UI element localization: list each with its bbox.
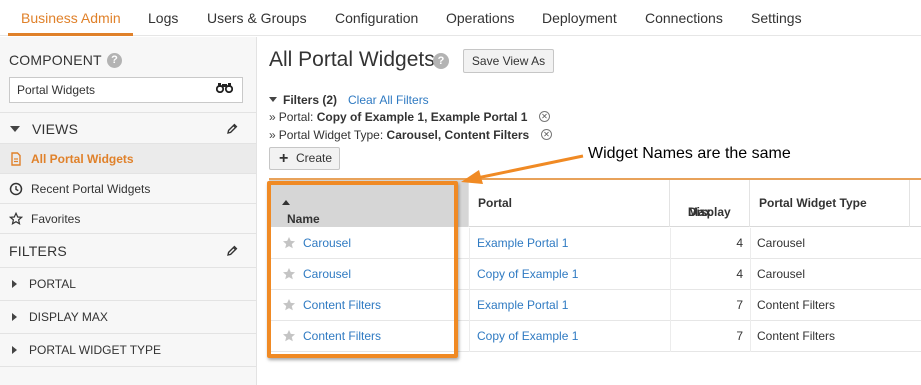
column-divider	[469, 259, 470, 290]
remove-filter-icon[interactable]: ✕	[541, 129, 552, 140]
filter-group-label: PORTAL	[29, 277, 76, 291]
filter-group-portal-widget-type[interactable]: PORTAL WIDGET TYPE	[0, 334, 256, 367]
filter-values: Copy of Example 1, Example Portal 1	[316, 110, 528, 124]
page-title: All Portal Widgets	[269, 48, 435, 71]
star-outline-icon	[9, 212, 23, 226]
edit-pencil-icon[interactable]	[226, 123, 238, 135]
column-divider	[469, 290, 470, 321]
column-header-display-max[interactable]: Display Max	[670, 180, 750, 227]
display-max-value: 7	[736, 329, 743, 343]
portal-link[interactable]: Copy of Example 1	[477, 321, 578, 352]
column-divider	[750, 259, 751, 290]
component-select[interactable]: Portal Widgets	[9, 77, 243, 103]
filter-name: Portal:	[278, 110, 314, 124]
clock-icon	[9, 182, 23, 196]
document-icon	[11, 152, 21, 166]
tab-business-admin[interactable]: Business Admin	[21, 0, 121, 36]
column-label: Max	[688, 205, 712, 219]
annotation-arrow	[461, 154, 584, 184]
expand-icon	[12, 313, 17, 321]
filter-group-display-max[interactable]: DISPLAY MAX	[0, 301, 256, 334]
tab-connections[interactable]: Connections	[645, 0, 723, 36]
portal-link[interactable]: Copy of Example 1	[477, 259, 578, 290]
expand-icon	[12, 280, 17, 288]
widget-type-value: Carousel	[757, 267, 806, 281]
active-tab-indicator	[8, 33, 133, 36]
column-header-portal[interactable]: Portal	[469, 180, 670, 227]
portal-link[interactable]: Example Portal 1	[477, 290, 568, 321]
widget-type-value: Content Filters	[757, 298, 836, 312]
active-filter-portal-widget-type[interactable]: » Portal Widget Type: Carousel, Content F…	[269, 128, 529, 142]
binoculars-icon[interactable]	[216, 82, 233, 93]
save-view-as-button[interactable]: Save View As	[463, 49, 554, 73]
column-divider	[469, 321, 470, 352]
double-chevron-icon: »	[269, 110, 276, 124]
views-section-header[interactable]: VIEWS	[0, 112, 256, 144]
view-item-label: All Portal Widgets	[31, 152, 134, 166]
active-filter-portal[interactable]: » Portal: Copy of Example 1, Example Port…	[269, 110, 527, 124]
top-nav: Business Admin Logs Users & Groups Confi…	[0, 0, 921, 36]
collapse-icon	[10, 126, 20, 132]
display-max-value: 4	[736, 236, 743, 250]
expand-icon	[12, 346, 17, 354]
view-item-all-portal-widgets[interactable]: All Portal Widgets	[0, 144, 256, 174]
filter-name: Portal Widget Type:	[278, 128, 384, 142]
column-divider	[750, 321, 751, 352]
filter-group-label: PORTAL WIDGET TYPE	[29, 343, 162, 357]
edit-pencil-icon[interactable]	[226, 245, 238, 257]
help-icon[interactable]: ?	[107, 53, 122, 68]
display-max-value: 4	[736, 267, 743, 281]
column-divider	[469, 228, 470, 259]
column-label: Portal Widget Type	[759, 196, 867, 210]
collapse-icon	[269, 97, 277, 102]
tab-logs[interactable]: Logs	[148, 0, 178, 36]
tab-operations[interactable]: Operations	[446, 0, 514, 36]
column-divider	[750, 228, 751, 259]
annotation-highlight-box	[267, 181, 458, 358]
filters-section-header: FILTERS	[0, 234, 256, 268]
filters-heading: FILTERS	[9, 243, 67, 259]
filter-values: Carousel, Content Filters	[386, 128, 530, 142]
portal-link[interactable]: Example Portal 1	[477, 228, 568, 259]
help-icon[interactable]: ?	[433, 53, 449, 69]
column-label: Portal	[478, 196, 513, 210]
view-item-recent-portal-widgets[interactable]: Recent Portal Widgets	[0, 174, 256, 204]
widget-type-value: Carousel	[757, 236, 806, 250]
display-max-value: 7	[736, 298, 743, 312]
filter-group-label: DISPLAY MAX	[29, 310, 108, 324]
plus-icon: +	[279, 150, 289, 167]
annotation-text: Widget Names are the same	[588, 145, 791, 162]
view-item-favorites[interactable]: Favorites	[0, 204, 256, 234]
component-heading: COMPONENT	[9, 52, 102, 68]
filters-title: Filters (2)	[283, 93, 338, 107]
create-label: Create	[296, 151, 333, 165]
sidebar: COMPONENT ? Portal Widgets VIEWS All Por…	[0, 37, 257, 385]
double-chevron-icon: »	[269, 128, 276, 142]
tab-settings[interactable]: Settings	[751, 0, 802, 36]
tab-deployment[interactable]: Deployment	[542, 0, 617, 36]
tab-users-groups[interactable]: Users & Groups	[207, 0, 307, 36]
views-heading: VIEWS	[32, 121, 79, 137]
view-item-label: Recent Portal Widgets	[31, 182, 151, 196]
clear-all-filters-link[interactable]: Clear All Filters	[348, 93, 429, 107]
remove-filter-icon[interactable]: ✕	[539, 111, 550, 122]
column-divider	[750, 290, 751, 321]
create-button[interactable]: + Create	[269, 147, 340, 170]
tab-configuration[interactable]: Configuration	[335, 0, 418, 36]
view-item-label: Favorites	[31, 212, 81, 226]
column-header-portal-widget-type[interactable]: Portal Widget Type	[750, 180, 910, 227]
widget-type-value: Content Filters	[757, 329, 836, 343]
filter-group-portal[interactable]: PORTAL	[0, 268, 256, 301]
